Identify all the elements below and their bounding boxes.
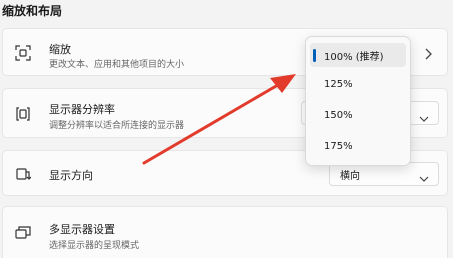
scale-option-label: 175% bbox=[324, 141, 353, 152]
section-title: 缩放和布局 bbox=[2, 4, 63, 18]
resolution-icon bbox=[15, 106, 31, 122]
selected-indicator bbox=[313, 49, 316, 62]
multi-display-icon bbox=[15, 225, 31, 241]
scale-option-125[interactable]: 125% bbox=[310, 74, 406, 98]
chevron-down-icon bbox=[419, 109, 429, 122]
multi-display-title: 多显示器设置 bbox=[49, 223, 115, 236]
scale-option-100[interactable]: 100% (推荐) bbox=[310, 43, 406, 67]
resolution-title: 显示器分辨率 bbox=[49, 103, 115, 116]
orientation-icon bbox=[15, 166, 31, 182]
chevron-down-icon bbox=[419, 169, 429, 182]
orientation-title: 显示方向 bbox=[49, 169, 93, 182]
orientation-value: 横向 bbox=[340, 171, 360, 182]
multi-display-description: 选择显示器的呈现模式 bbox=[49, 241, 140, 251]
chevron-right-icon[interactable] bbox=[423, 45, 433, 60]
scale-option-label: 100% (推荐) bbox=[324, 52, 384, 63]
scale-option-175[interactable]: 175% bbox=[310, 136, 406, 160]
scale-option-150[interactable]: 150% bbox=[310, 105, 406, 129]
scale-description: 更改文本、应用和其他项目的大小 bbox=[49, 60, 185, 70]
scale-option-label: 125% bbox=[324, 79, 353, 90]
multi-display-card[interactable]: 多显示器设置 选择显示器的呈现模式 bbox=[2, 206, 448, 258]
scale-icon bbox=[15, 45, 31, 61]
scale-title: 缩放 bbox=[49, 43, 71, 56]
scale-dropdown-menu: 100% (推荐) 125% 150% 175% bbox=[305, 36, 411, 166]
resolution-description: 调整分辨率以适合所连接的显示器 bbox=[49, 121, 185, 131]
scale-option-label: 150% bbox=[324, 110, 353, 121]
